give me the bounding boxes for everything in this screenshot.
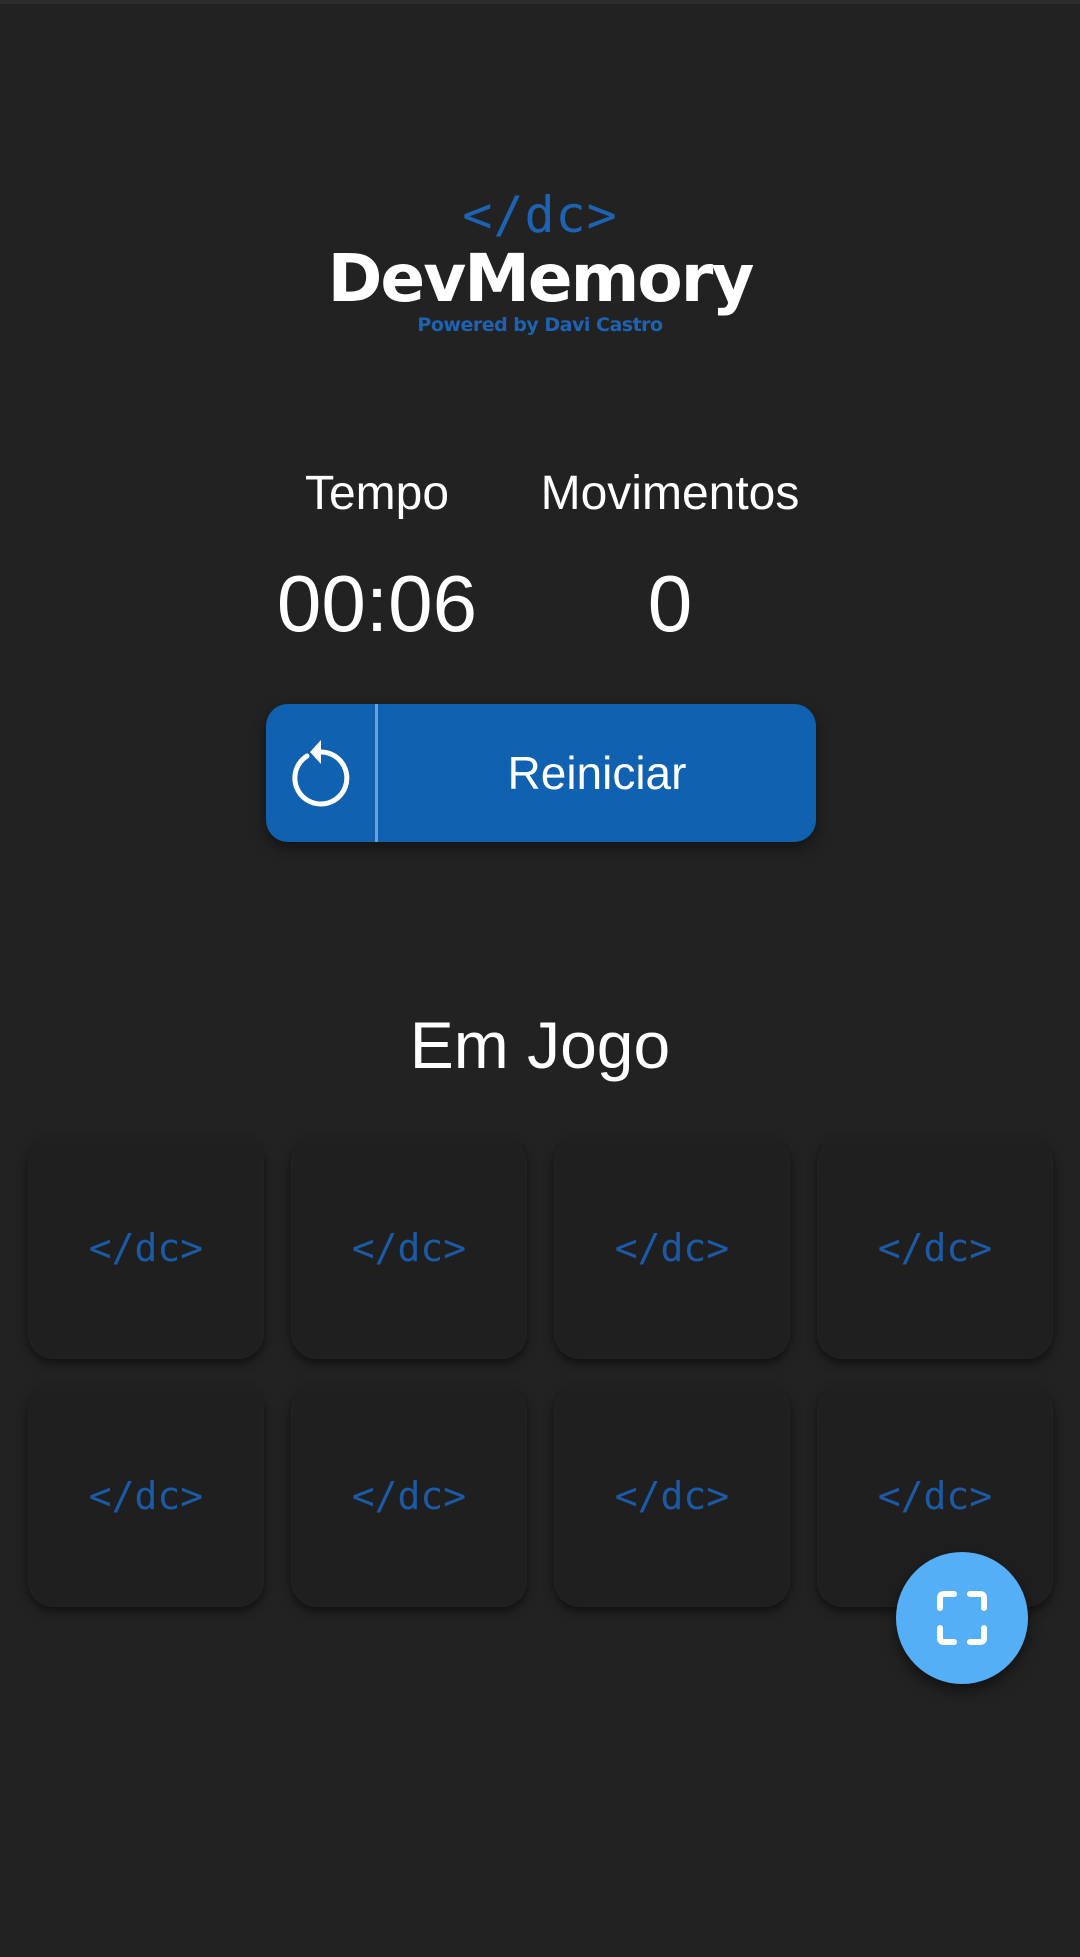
logo-title: DevMemory xyxy=(327,240,755,317)
memory-card[interactable]: </dc> xyxy=(554,1137,790,1359)
card-back-mark: </dc> xyxy=(877,1474,993,1518)
time-label: Tempo xyxy=(304,467,450,520)
restart-label: Reiniciar xyxy=(507,747,687,799)
time-value: 00:06 xyxy=(276,559,478,648)
memory-card[interactable]: </dc> xyxy=(554,1385,790,1607)
fullscreen-button[interactable] xyxy=(896,1552,1028,1684)
game-status-title: Em Jogo xyxy=(409,1008,671,1082)
card-grid: </dc> </dc> </dc> </dc> </dc> </dc> </dc… xyxy=(28,1137,1055,1607)
logo-mark: </dc> xyxy=(462,186,618,244)
card-back-mark: </dc> xyxy=(351,1474,467,1518)
memory-card[interactable]: </dc> xyxy=(817,1137,1053,1359)
moves-stat: Movimentos 0 xyxy=(520,458,820,654)
card-back-mark: </dc> xyxy=(88,1226,204,1270)
restart-icon xyxy=(266,704,375,842)
restart-button[interactable]: Reiniciar xyxy=(266,704,816,842)
logo-powered-by: Powered by Davi Castro xyxy=(417,314,663,336)
moves-label: Movimentos xyxy=(540,467,800,520)
memory-card[interactable]: </dc> xyxy=(28,1137,264,1359)
card-back-mark: </dc> xyxy=(877,1226,993,1270)
memory-card[interactable]: </dc> xyxy=(291,1385,527,1607)
card-back-mark: </dc> xyxy=(88,1474,204,1518)
moves-value: 0 xyxy=(647,559,693,648)
card-back-mark: </dc> xyxy=(614,1226,730,1270)
memory-card[interactable]: </dc> xyxy=(28,1385,264,1607)
fullscreen-icon xyxy=(937,1591,987,1645)
memory-card[interactable]: </dc> xyxy=(291,1137,527,1359)
card-back-mark: </dc> xyxy=(614,1474,730,1518)
card-back-mark: </dc> xyxy=(351,1226,467,1270)
status-bar xyxy=(0,0,1080,4)
app-logo: </dc> DevMemory Powered by Davi Castro xyxy=(0,185,1080,337)
time-stat: Tempo 00:06 xyxy=(227,458,527,654)
